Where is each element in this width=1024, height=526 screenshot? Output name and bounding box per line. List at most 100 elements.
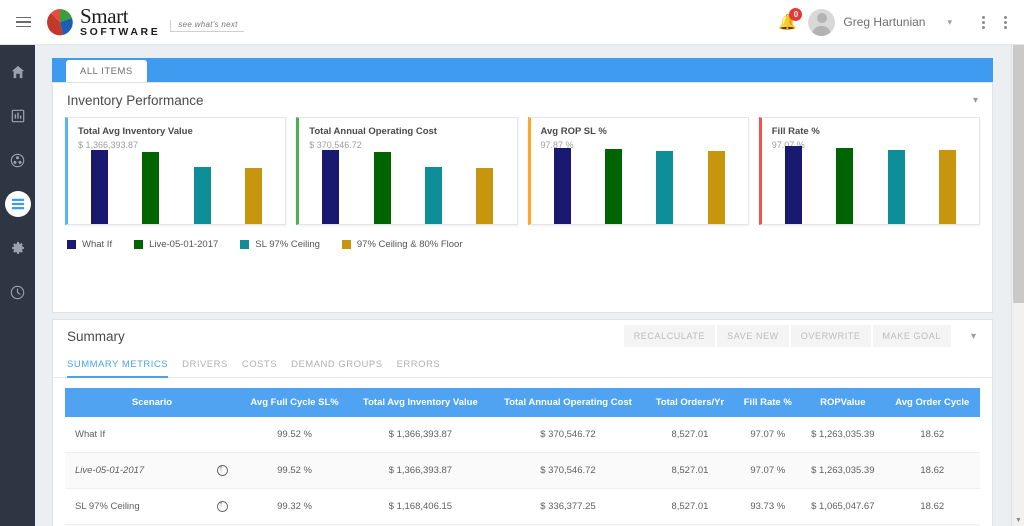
page-title: Inventory Performance: [67, 92, 204, 108]
chevron-down-icon[interactable]: ▾: [973, 95, 978, 106]
row-action-cell: [205, 452, 239, 490]
tab-all-items[interactable]: ALL ITEMS: [66, 60, 147, 82]
table-row[interactable]: What If 99.52 % $ 1,366,393.87 $ 370,546.72…: [65, 417, 980, 453]
chart-bar: [553, 148, 571, 224]
legend-swatch-icon: [134, 240, 144, 249]
chart-bar: [656, 151, 674, 224]
tab-summary-metrics[interactable]: SUMMARY METRICS: [67, 359, 182, 378]
summary-header: Summary RECALCULATE SAVE NEW OVERWRITE M…: [53, 320, 992, 352]
table-cell-total-annual-operating-cost: $ 370,546.72: [490, 452, 646, 490]
kpi-card: Total Avg Inventory Value $ 1,366,393.87: [65, 117, 287, 225]
table-cell-avg-order-cycle: 18.62: [884, 417, 980, 453]
app-logo: Smart SOFTWARE see what's next: [46, 6, 244, 38]
kpi-card-label: Fill Rate %: [771, 126, 820, 137]
chart-legend: What If Live-05-01-2017 SL 97% Ceiling 97% …: [53, 225, 992, 250]
column-header[interactable]: Total Avg Inventory Value: [350, 388, 491, 417]
chart-bar: [836, 148, 854, 224]
legend-label: What If: [82, 239, 113, 250]
scenario-name-cell: What If: [65, 417, 205, 453]
main-content: ALL ITEMS Inventory Performance ▾ Total …: [35, 45, 1011, 526]
sidebar-item-network[interactable]: [5, 147, 31, 173]
table-cell-total-avg-inventory-value: $ 1,366,393.87: [350, 452, 491, 490]
table-body: What If 99.52 % $ 1,366,393.87 $ 370,546.72…: [65, 417, 980, 526]
legend-label: Live-05-01-2017: [149, 239, 219, 250]
kpi-card-row: Total Avg Inventory Value $ 1,366,393.87 T…: [53, 117, 992, 225]
overwrite-button[interactable]: OVERWRITE: [790, 325, 871, 347]
table-cell-rop-value: $ 1,263,035.39: [801, 452, 885, 490]
table-row[interactable]: Live-05-01-2017 99.52 %$ 1,366,393.87$ 37…: [65, 452, 980, 490]
sidebar-item-reports[interactable]: [5, 103, 31, 129]
table-cell-rop-value: $ 1,263,035.39: [801, 417, 885, 453]
table-header-row: Scenario Avg Full Cycle SL% Total Avg Inve…: [65, 388, 980, 417]
save-new-button[interactable]: SAVE NEW: [717, 325, 789, 347]
notifications-button[interactable]: 🔔 0: [766, 8, 808, 31]
column-header[interactable]: Total Orders/Yr: [645, 388, 735, 417]
legend-item[interactable]: What If: [67, 239, 112, 250]
summary-chevron-down-icon[interactable]: ▾: [953, 331, 978, 342]
table-cell-total-orders-yr: 8,527.01: [645, 488, 735, 526]
chart-bar: [373, 152, 391, 224]
chart-bar: [707, 151, 725, 224]
logo-tagline: see what's next: [170, 20, 244, 32]
summary-metrics-table: Scenario Avg Full Cycle SL% Total Avg Inve…: [65, 388, 980, 526]
tab-errors[interactable]: ERRORS: [397, 359, 455, 377]
legend-item[interactable]: 97% Ceiling & 80% Floor: [341, 239, 463, 250]
user-menu-chevron-down-icon[interactable]: ▾: [947, 17, 952, 28]
share-network-icon: [10, 153, 25, 168]
recalculate-button[interactable]: RECALCULATE: [623, 325, 716, 347]
tab-drivers[interactable]: DRIVERS: [182, 359, 242, 377]
table-row[interactable]: SL 97% Ceiling 99.32 %$ 1,168,406.15$ 336…: [65, 488, 980, 526]
legend-item[interactable]: SL 97% Ceiling: [240, 239, 320, 250]
table-cell-avg-full-cycle-sl: 99.52 %: [239, 452, 351, 490]
row-action-cell: [205, 488, 239, 526]
scrollbar-down-arrow-icon[interactable]: ▼: [1014, 517, 1023, 524]
scenario-name-cell: SL 97% Ceiling: [65, 488, 205, 526]
chart-bar: [476, 168, 494, 224]
page-tab-strip: ALL ITEMS: [52, 58, 993, 82]
kpi-card-bar-chart: [68, 150, 285, 224]
table-cell-total-orders-yr: 8,527.01: [645, 452, 735, 490]
kpi-card-label: Avg ROP SL %: [540, 126, 607, 137]
page-scrollbar[interactable]: ▼: [1011, 45, 1024, 526]
table-cell-fill-rate: 97.07 %: [734, 417, 802, 453]
legend-swatch-icon: [240, 240, 250, 249]
kpi-card-bar-chart: [531, 148, 748, 224]
sidebar-item-history[interactable]: [5, 279, 31, 305]
column-header[interactable]: Scenario: [65, 388, 239, 417]
scenario-name-cell: Live-05-01-2017: [65, 452, 205, 490]
legend-item[interactable]: Live-05-01-2017: [134, 239, 218, 250]
chart-bar: [425, 167, 443, 224]
column-header[interactable]: Avg Order Cycle: [884, 388, 980, 417]
kpi-card-bar-chart: [762, 146, 979, 224]
tab-demand-groups[interactable]: DEMAND GROUPS: [291, 359, 396, 377]
column-header[interactable]: Fill Rate %: [734, 388, 802, 417]
sidebar-item-home[interactable]: [5, 59, 31, 85]
scrollbar-thumb[interactable]: [1013, 45, 1024, 303]
make-goal-button[interactable]: MAKE GOAL: [872, 325, 951, 347]
sidebar-item-items[interactable]: [4, 191, 31, 217]
promote-scenario-icon[interactable]: [216, 463, 228, 476]
column-header[interactable]: Avg Full Cycle SL%: [239, 388, 351, 417]
overflow-menu-2-icon[interactable]: [994, 14, 1016, 31]
sidebar-item-settings[interactable]: [5, 235, 31, 261]
kpi-card-value: $ 370,546.72: [309, 140, 362, 150]
chart-bar: [604, 149, 622, 224]
smart-software-logo-icon: [46, 8, 74, 36]
column-header[interactable]: ROPValue: [801, 388, 885, 417]
avatar[interactable]: [808, 8, 836, 36]
column-header[interactable]: Total Annual Operating Cost: [490, 388, 646, 417]
tab-costs[interactable]: COSTS: [242, 359, 291, 377]
table-cell-total-annual-operating-cost: $ 370,546.72: [490, 417, 646, 453]
promote-scenario-icon[interactable]: [216, 499, 228, 513]
kpi-card-label: Total Avg Inventory Value: [78, 126, 193, 137]
chart-bar: [245, 168, 263, 224]
table-cell-total-avg-inventory-value: $ 1,366,393.87: [350, 417, 491, 453]
table-cell-avg-full-cycle-sl: 99.52 %: [239, 417, 351, 453]
user-name-label: Greg Hartunian: [843, 15, 926, 29]
bar-chart-icon: [11, 109, 25, 123]
hamburger-menu-icon[interactable]: [0, 16, 46, 28]
chart-bar: [887, 150, 905, 224]
table-cell-rop-value: $ 1,065,047.67: [801, 488, 885, 526]
overflow-menu-1-icon[interactable]: [972, 14, 994, 31]
summary-action-buttons: RECALCULATE SAVE NEW OVERWRITE MAKE GOAL…: [623, 325, 978, 347]
